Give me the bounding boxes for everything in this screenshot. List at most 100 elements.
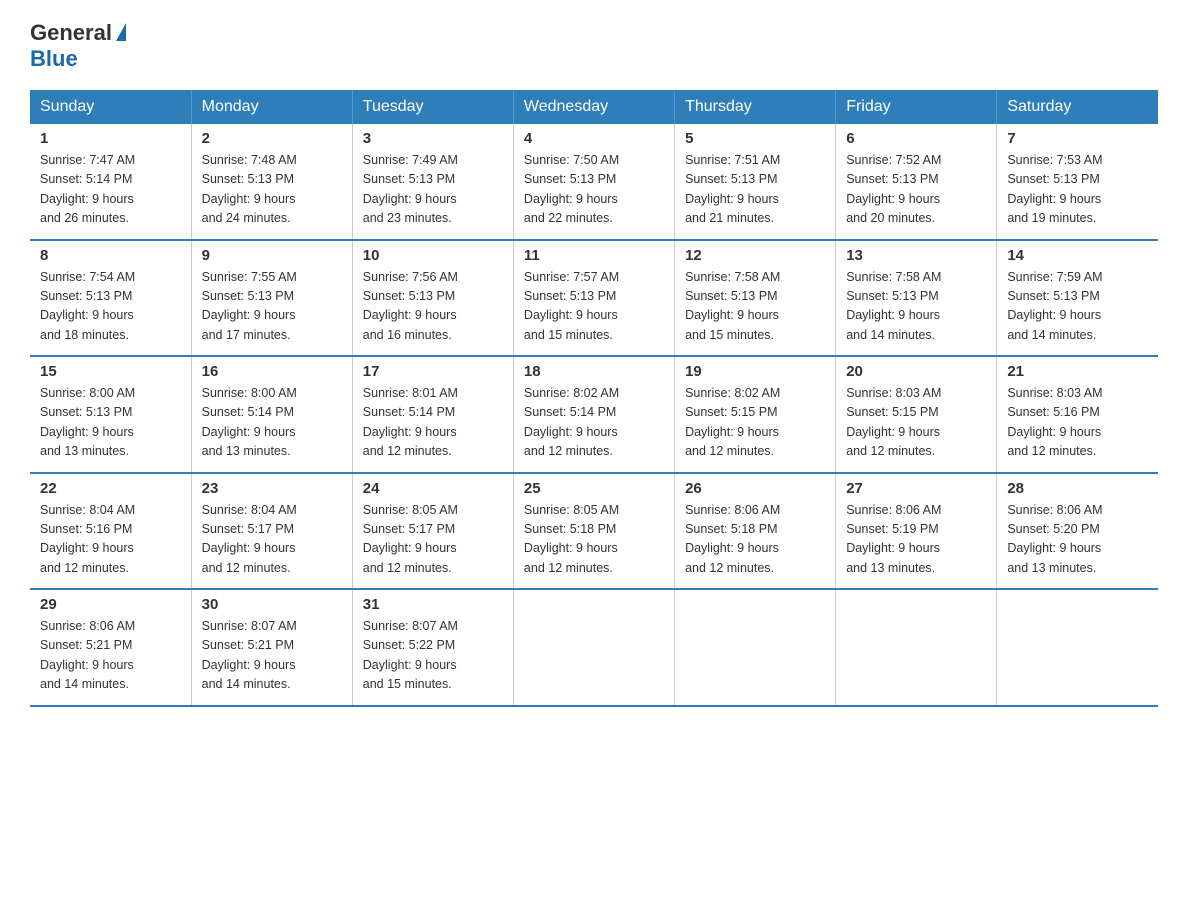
day-number: 24 xyxy=(363,480,503,497)
calendar-cell: 20 Sunrise: 8:03 AM Sunset: 5:15 PM Dayl… xyxy=(836,356,997,473)
day-number: 1 xyxy=(40,130,181,147)
day-number: 6 xyxy=(846,130,986,147)
logo-text: General xyxy=(30,20,126,46)
day-header-monday: Monday xyxy=(191,90,352,124)
day-number: 3 xyxy=(363,130,503,147)
calendar-cell: 14 Sunrise: 7:59 AM Sunset: 5:13 PM Dayl… xyxy=(997,240,1158,357)
calendar-week-row: 15 Sunrise: 8:00 AM Sunset: 5:13 PM Dayl… xyxy=(30,356,1158,473)
calendar-cell: 18 Sunrise: 8:02 AM Sunset: 5:14 PM Dayl… xyxy=(513,356,674,473)
logo: General Blue xyxy=(30,20,126,72)
logo-triangle-icon xyxy=(116,23,126,41)
day-info: Sunrise: 8:02 AM Sunset: 5:15 PM Dayligh… xyxy=(685,384,825,462)
day-number: 28 xyxy=(1007,480,1148,497)
calendar-table: SundayMondayTuesdayWednesdayThursdayFrid… xyxy=(30,90,1158,707)
calendar-cell: 26 Sunrise: 8:06 AM Sunset: 5:18 PM Dayl… xyxy=(675,473,836,590)
day-number: 8 xyxy=(40,247,181,264)
calendar-cell: 12 Sunrise: 7:58 AM Sunset: 5:13 PM Dayl… xyxy=(675,240,836,357)
day-number: 7 xyxy=(1007,130,1148,147)
calendar-cell: 3 Sunrise: 7:49 AM Sunset: 5:13 PM Dayli… xyxy=(352,124,513,240)
day-number: 25 xyxy=(524,480,664,497)
day-number: 12 xyxy=(685,247,825,264)
calendar-cell: 19 Sunrise: 8:02 AM Sunset: 5:15 PM Dayl… xyxy=(675,356,836,473)
calendar-cell: 29 Sunrise: 8:06 AM Sunset: 5:21 PM Dayl… xyxy=(30,589,191,706)
logo-general-text: General xyxy=(30,20,112,46)
day-info: Sunrise: 7:56 AM Sunset: 5:13 PM Dayligh… xyxy=(363,268,503,346)
day-info: Sunrise: 7:50 AM Sunset: 5:13 PM Dayligh… xyxy=(524,151,664,229)
day-number: 13 xyxy=(846,247,986,264)
day-header-wednesday: Wednesday xyxy=(513,90,674,124)
day-info: Sunrise: 8:00 AM Sunset: 5:13 PM Dayligh… xyxy=(40,384,181,462)
day-number: 5 xyxy=(685,130,825,147)
day-number: 10 xyxy=(363,247,503,264)
calendar-cell: 8 Sunrise: 7:54 AM Sunset: 5:13 PM Dayli… xyxy=(30,240,191,357)
day-header-thursday: Thursday xyxy=(675,90,836,124)
calendar-cell: 27 Sunrise: 8:06 AM Sunset: 5:19 PM Dayl… xyxy=(836,473,997,590)
calendar-cell: 10 Sunrise: 7:56 AM Sunset: 5:13 PM Dayl… xyxy=(352,240,513,357)
calendar-week-row: 29 Sunrise: 8:06 AM Sunset: 5:21 PM Dayl… xyxy=(30,589,1158,706)
day-info: Sunrise: 8:03 AM Sunset: 5:15 PM Dayligh… xyxy=(846,384,986,462)
day-info: Sunrise: 7:51 AM Sunset: 5:13 PM Dayligh… xyxy=(685,151,825,229)
day-number: 22 xyxy=(40,480,181,497)
day-number: 29 xyxy=(40,596,181,613)
day-info: Sunrise: 7:52 AM Sunset: 5:13 PM Dayligh… xyxy=(846,151,986,229)
day-number: 18 xyxy=(524,363,664,380)
day-number: 31 xyxy=(363,596,503,613)
calendar-cell: 7 Sunrise: 7:53 AM Sunset: 5:13 PM Dayli… xyxy=(997,124,1158,240)
day-info: Sunrise: 7:59 AM Sunset: 5:13 PM Dayligh… xyxy=(1007,268,1148,346)
day-info: Sunrise: 8:06 AM Sunset: 5:21 PM Dayligh… xyxy=(40,617,181,695)
day-header-friday: Friday xyxy=(836,90,997,124)
day-info: Sunrise: 8:04 AM Sunset: 5:16 PM Dayligh… xyxy=(40,501,181,579)
calendar-cell: 30 Sunrise: 8:07 AM Sunset: 5:21 PM Dayl… xyxy=(191,589,352,706)
day-number: 9 xyxy=(202,247,342,264)
day-info: Sunrise: 8:05 AM Sunset: 5:17 PM Dayligh… xyxy=(363,501,503,579)
day-number: 30 xyxy=(202,596,342,613)
page-header: General Blue xyxy=(30,20,1158,72)
day-info: Sunrise: 8:06 AM Sunset: 5:20 PM Dayligh… xyxy=(1007,501,1148,579)
day-info: Sunrise: 7:57 AM Sunset: 5:13 PM Dayligh… xyxy=(524,268,664,346)
day-number: 27 xyxy=(846,480,986,497)
calendar-cell: 23 Sunrise: 8:04 AM Sunset: 5:17 PM Dayl… xyxy=(191,473,352,590)
calendar-cell: 31 Sunrise: 8:07 AM Sunset: 5:22 PM Dayl… xyxy=(352,589,513,706)
day-info: Sunrise: 7:54 AM Sunset: 5:13 PM Dayligh… xyxy=(40,268,181,346)
calendar-cell xyxy=(513,589,674,706)
calendar-cell: 9 Sunrise: 7:55 AM Sunset: 5:13 PM Dayli… xyxy=(191,240,352,357)
day-info: Sunrise: 8:05 AM Sunset: 5:18 PM Dayligh… xyxy=(524,501,664,579)
day-number: 15 xyxy=(40,363,181,380)
day-info: Sunrise: 8:07 AM Sunset: 5:22 PM Dayligh… xyxy=(363,617,503,695)
day-info: Sunrise: 7:47 AM Sunset: 5:14 PM Dayligh… xyxy=(40,151,181,229)
calendar-cell: 4 Sunrise: 7:50 AM Sunset: 5:13 PM Dayli… xyxy=(513,124,674,240)
day-number: 4 xyxy=(524,130,664,147)
day-info: Sunrise: 7:48 AM Sunset: 5:13 PM Dayligh… xyxy=(202,151,342,229)
day-info: Sunrise: 8:07 AM Sunset: 5:21 PM Dayligh… xyxy=(202,617,342,695)
day-info: Sunrise: 7:55 AM Sunset: 5:13 PM Dayligh… xyxy=(202,268,342,346)
calendar-cell: 24 Sunrise: 8:05 AM Sunset: 5:17 PM Dayl… xyxy=(352,473,513,590)
day-info: Sunrise: 8:06 AM Sunset: 5:18 PM Dayligh… xyxy=(685,501,825,579)
calendar-cell: 11 Sunrise: 7:57 AM Sunset: 5:13 PM Dayl… xyxy=(513,240,674,357)
calendar-header-row: SundayMondayTuesdayWednesdayThursdayFrid… xyxy=(30,90,1158,124)
calendar-cell: 6 Sunrise: 7:52 AM Sunset: 5:13 PM Dayli… xyxy=(836,124,997,240)
day-info: Sunrise: 8:04 AM Sunset: 5:17 PM Dayligh… xyxy=(202,501,342,579)
day-number: 16 xyxy=(202,363,342,380)
calendar-cell: 5 Sunrise: 7:51 AM Sunset: 5:13 PM Dayli… xyxy=(675,124,836,240)
calendar-cell: 2 Sunrise: 7:48 AM Sunset: 5:13 PM Dayli… xyxy=(191,124,352,240)
calendar-week-row: 1 Sunrise: 7:47 AM Sunset: 5:14 PM Dayli… xyxy=(30,124,1158,240)
calendar-cell xyxy=(997,589,1158,706)
calendar-cell: 22 Sunrise: 8:04 AM Sunset: 5:16 PM Dayl… xyxy=(30,473,191,590)
calendar-cell: 13 Sunrise: 7:58 AM Sunset: 5:13 PM Dayl… xyxy=(836,240,997,357)
calendar-cell: 17 Sunrise: 8:01 AM Sunset: 5:14 PM Dayl… xyxy=(352,356,513,473)
calendar-cell: 21 Sunrise: 8:03 AM Sunset: 5:16 PM Dayl… xyxy=(997,356,1158,473)
calendar-cell: 15 Sunrise: 8:00 AM Sunset: 5:13 PM Dayl… xyxy=(30,356,191,473)
day-info: Sunrise: 7:49 AM Sunset: 5:13 PM Dayligh… xyxy=(363,151,503,229)
day-number: 2 xyxy=(202,130,342,147)
day-info: Sunrise: 8:01 AM Sunset: 5:14 PM Dayligh… xyxy=(363,384,503,462)
calendar-cell: 25 Sunrise: 8:05 AM Sunset: 5:18 PM Dayl… xyxy=(513,473,674,590)
day-number: 19 xyxy=(685,363,825,380)
day-number: 11 xyxy=(524,247,664,264)
day-info: Sunrise: 8:00 AM Sunset: 5:14 PM Dayligh… xyxy=(202,384,342,462)
calendar-week-row: 22 Sunrise: 8:04 AM Sunset: 5:16 PM Dayl… xyxy=(30,473,1158,590)
calendar-cell xyxy=(836,589,997,706)
day-number: 21 xyxy=(1007,363,1148,380)
day-number: 14 xyxy=(1007,247,1148,264)
logo-blue-text: Blue xyxy=(30,46,78,72)
calendar-week-row: 8 Sunrise: 7:54 AM Sunset: 5:13 PM Dayli… xyxy=(30,240,1158,357)
